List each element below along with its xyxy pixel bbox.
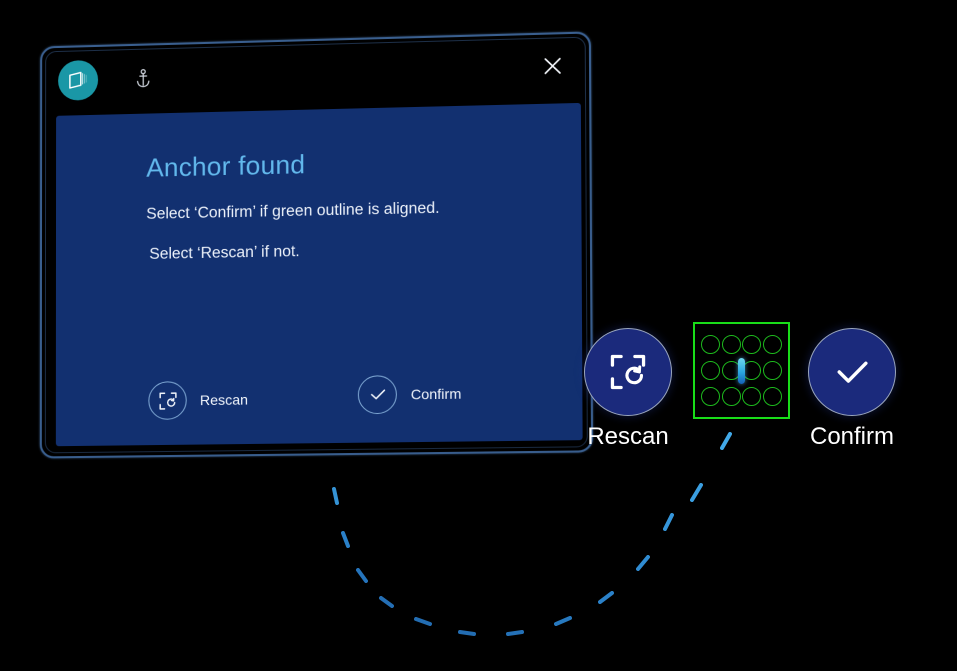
- anchor-icon: [132, 67, 154, 90]
- anchor-dot: [742, 387, 761, 406]
- green-anchor-outline: [693, 322, 790, 419]
- anchor-dot: [742, 361, 761, 380]
- dialog-instruction-1: Select ‘Confirm’ if green outline is ali…: [146, 196, 544, 225]
- anchor-dot: [701, 361, 720, 380]
- page-title: Anchor found: [146, 145, 544, 183]
- confirm-button-label: Confirm: [411, 385, 462, 402]
- alignment-marker: [738, 358, 745, 384]
- anchor-dot: [701, 335, 720, 354]
- confirm-world-button[interactable]: [808, 328, 896, 416]
- anchor-dot: [722, 335, 741, 354]
- app-icon: [58, 60, 98, 101]
- anchor-dot: [742, 335, 761, 354]
- rescan-world-button[interactable]: [584, 328, 672, 416]
- rescan-icon-ring: [148, 381, 186, 420]
- close-x-icon: [542, 56, 563, 77]
- anchor-dot: [763, 361, 782, 380]
- title-bar-spacer: [154, 68, 535, 78]
- rescan-button-label: Rescan: [200, 391, 248, 408]
- panel-title-bar: [40, 31, 591, 116]
- confirm-button[interactable]: Confirm: [358, 374, 461, 414]
- dialog-card: Anchor found Select ‘Confirm’ if green o…: [56, 103, 583, 446]
- dialog-instruction-2: Select ‘Rescan’ if not.: [149, 237, 544, 265]
- close-button[interactable]: [535, 48, 570, 83]
- confirm-world-label: Confirm: [808, 423, 896, 451]
- mixed-reality-scene: Anchor found Select ‘Confirm’ if green o…: [0, 0, 957, 671]
- anchor-glyph-icon: [135, 68, 151, 88]
- rescan-icon: [609, 353, 647, 391]
- anchor-dot: [701, 387, 720, 406]
- anchor-dot: [763, 387, 782, 406]
- anchor-dialog-panel: Anchor found Select ‘Confirm’ if green o…: [40, 31, 593, 458]
- rescan-button[interactable]: Rescan: [148, 380, 248, 420]
- confirm-icon-ring: [358, 375, 397, 414]
- slate-panel-icon: [67, 70, 89, 91]
- rescan-icon: [158, 391, 177, 410]
- rescan-world-label: Rescan: [584, 423, 672, 451]
- check-icon: [832, 352, 872, 392]
- anchor-dot: [722, 387, 741, 406]
- anchor-dot: [763, 335, 782, 354]
- check-icon: [368, 384, 388, 404]
- dialog-action-row: Rescan Confirm: [148, 373, 561, 423]
